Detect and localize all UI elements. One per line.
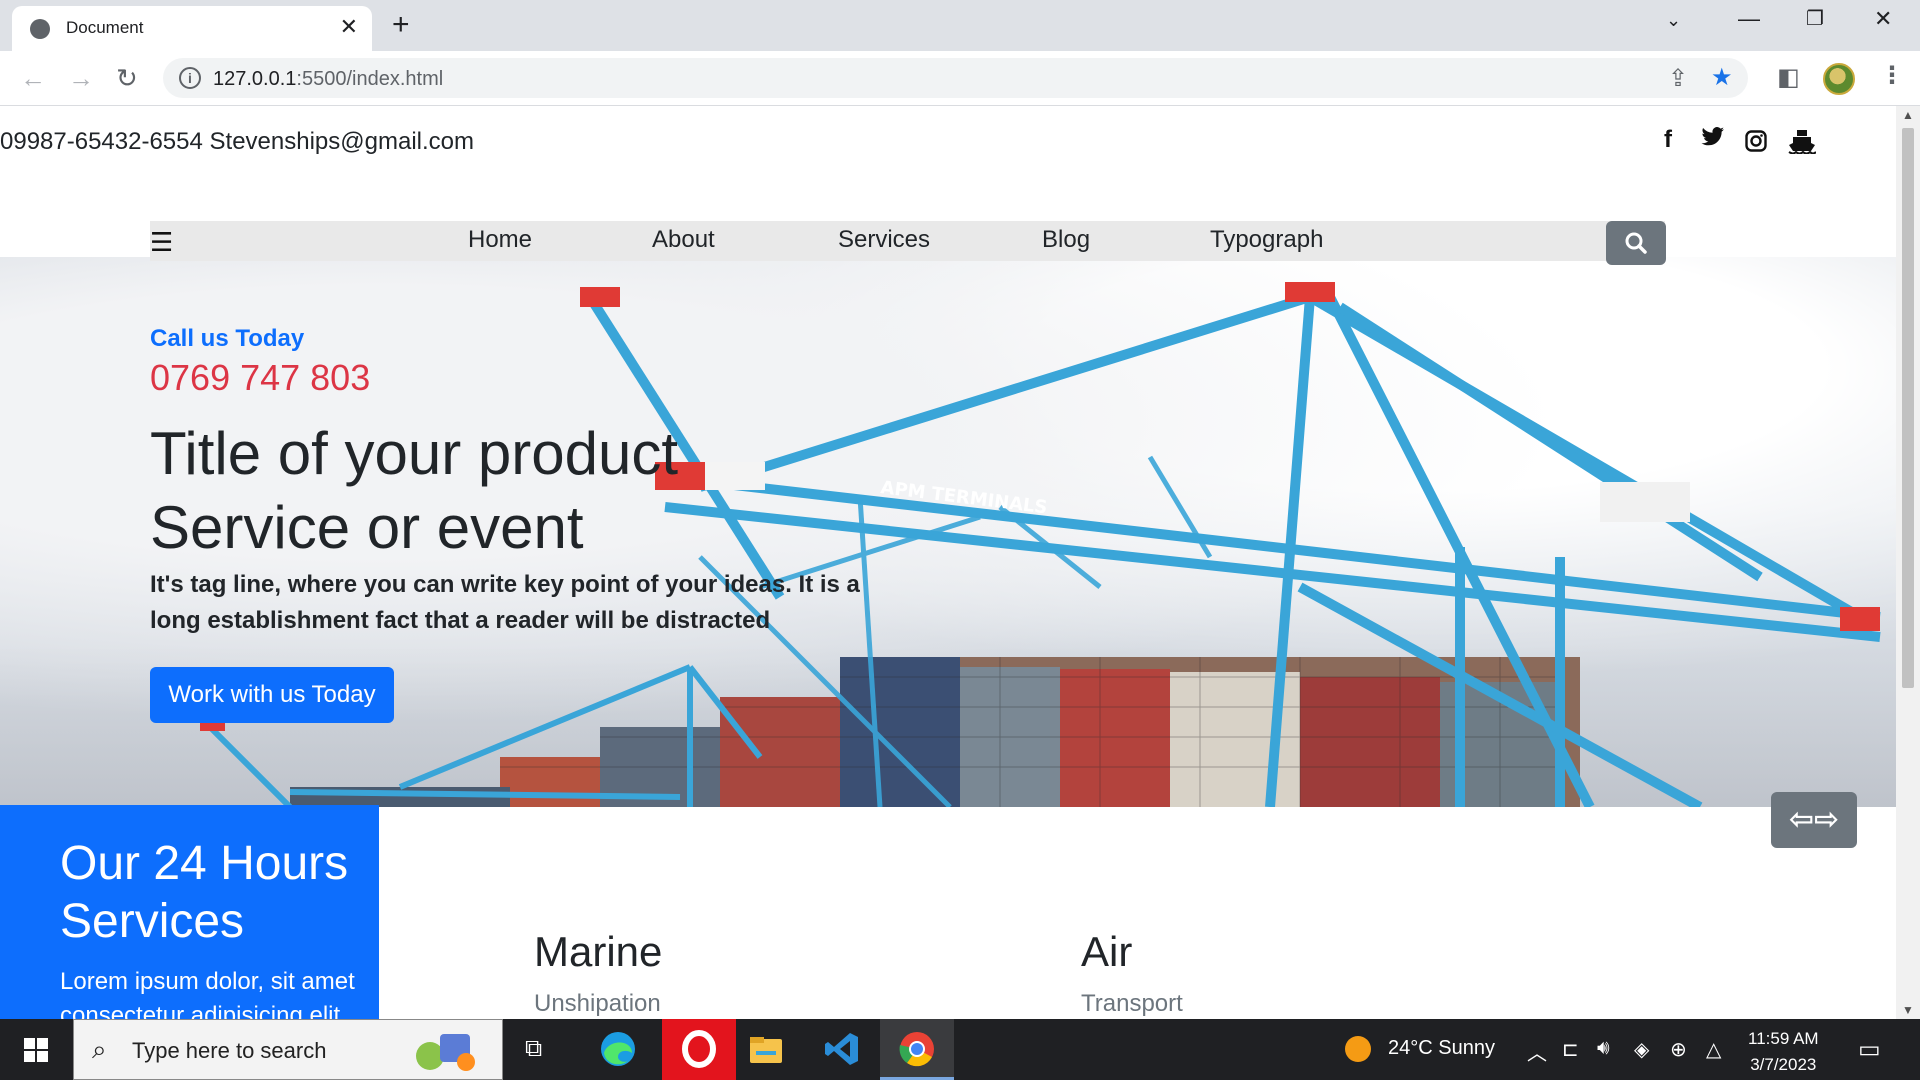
site-info-icon[interactable]: i xyxy=(179,67,201,89)
crane-boom-stripe xyxy=(705,462,765,490)
crane-top xyxy=(1285,282,1335,302)
ship-icon[interactable] xyxy=(1788,128,1817,161)
service-subtitle-marine: Unshipation xyxy=(534,990,661,1017)
cloud-drive-icon[interactable]: △ xyxy=(1706,1037,1721,1062)
hamburger-menu-icon[interactable]: ☰ xyxy=(150,227,173,258)
file-explorer-icon[interactable] xyxy=(729,1019,803,1080)
crane-tip xyxy=(580,287,620,307)
crane-cabin xyxy=(1600,482,1690,522)
scrollbar-thumb[interactable] xyxy=(1902,128,1914,688)
volume-icon[interactable]: 🔊︎ xyxy=(1597,1037,1610,1060)
services-intro-box: Our 24 Hours Services Lorem ipsum dolor,… xyxy=(0,805,379,1019)
url-text: 127.0.0.1:5500/index.html xyxy=(213,68,443,91)
web-page: 09987-65432-6554 Stevenships@gmail.com f xyxy=(0,106,1896,1019)
chrome-app-icon[interactable] xyxy=(880,1019,954,1080)
services-title: Our 24 Hours Services xyxy=(60,837,349,948)
clock-time: 11:59 AM xyxy=(1748,1029,1819,1048)
instagram-icon[interactable] xyxy=(1745,130,1767,159)
forward-icon[interactable]: → xyxy=(68,63,94,94)
url-path: :5500/index.html xyxy=(296,68,444,90)
side-panel-icon[interactable]: ◧ xyxy=(1777,63,1800,92)
services-description: Lorem ipsum dolor, sit amet consectetur … xyxy=(60,968,355,1019)
weather-text[interactable]: 24°C Sunny xyxy=(1388,1037,1495,1060)
tab-search-icon[interactable]: ⌄ xyxy=(1666,10,1681,31)
bookmark-star-icon[interactable]: ★ xyxy=(1711,63,1733,92)
work-with-us-button[interactable]: Work with us Today xyxy=(150,667,394,723)
twitter-icon[interactable] xyxy=(1701,126,1725,155)
service-title-marine: Marine xyxy=(534,928,663,975)
search-button[interactable] xyxy=(1606,221,1666,265)
tab-title: Document xyxy=(66,18,144,37)
call-us-label: Call us Today xyxy=(150,325,305,352)
system-clock[interactable]: 11:59 AM 3/7/2023 xyxy=(1748,1026,1819,1078)
edge-app-icon[interactable] xyxy=(581,1019,655,1080)
nav-about[interactable]: About xyxy=(652,226,715,254)
address-bar[interactable]: i 127.0.0.1:5500/index.html ⇪ ★ xyxy=(163,58,1748,98)
page-scrollbar[interactable]: ▲ ▼ xyxy=(1896,106,1920,1019)
close-window-icon[interactable]: ✕ xyxy=(1874,6,1892,32)
site-navbar: ☰ Home About Services Blog Typograph xyxy=(150,221,1666,265)
reload-icon[interactable]: ↻ xyxy=(116,63,138,94)
scroll-down-icon[interactable]: ▼ xyxy=(1902,1003,1914,1017)
search-icon: ⌕ xyxy=(92,1034,107,1064)
browser-tab-strip: Document ✕ + ⌄ — ❐ ✕ xyxy=(0,0,1920,51)
close-tab-icon[interactable]: ✕ xyxy=(340,14,358,40)
share-icon[interactable]: ⇪ xyxy=(1668,64,1688,93)
browser-tab[interactable]: Document ✕ xyxy=(12,6,372,51)
hero-tagline: It's tag line, where you can write key p… xyxy=(150,571,860,634)
hero-banner: APM TERMINALS Call us Today 0769 747 803… xyxy=(0,257,1896,807)
taskbar-search-placeholder: Type here to search xyxy=(132,1038,327,1063)
hero-title-line1: Title of your product xyxy=(150,420,679,487)
toggle-arrows-button[interactable]: ⇦⇨ xyxy=(1771,792,1857,848)
restore-icon[interactable]: ❐ xyxy=(1806,6,1824,31)
service-title-air: Air xyxy=(1081,928,1133,975)
search-icon xyxy=(1625,232,1647,254)
scroll-up-icon[interactable]: ▲ xyxy=(1902,108,1914,122)
hero-title: Title of your product Service or event xyxy=(150,417,678,565)
container-stack xyxy=(290,657,1580,807)
search-highlight-icon xyxy=(416,1034,475,1071)
back-icon[interactable]: ← xyxy=(20,63,46,94)
nav-services[interactable]: Services xyxy=(838,226,930,254)
opera-app-icon[interactable] xyxy=(662,1019,736,1080)
vscode-app-icon[interactable] xyxy=(805,1019,879,1080)
browser-toolbar: ← → ↻ i 127.0.0.1:5500/index.html ⇪ ★ ◧ … xyxy=(0,51,1920,106)
contact-info: 09987-65432-6554 Stevenships@gmail.com xyxy=(0,128,474,155)
weather-sun-icon[interactable] xyxy=(1344,1035,1372,1069)
hero-title-line2: Service or event xyxy=(150,494,584,561)
notification-icon[interactable]: ▭ xyxy=(1858,1035,1881,1064)
hero-phone: 0769 747 803 xyxy=(150,357,371,398)
crane-right-end xyxy=(1840,607,1880,631)
service-subtitle-air: Transport xyxy=(1081,990,1183,1017)
clock-date: 3/7/2023 xyxy=(1750,1055,1817,1074)
security-shield-icon[interactable]: ◈ xyxy=(1634,1037,1649,1062)
more-menu-icon[interactable]: ⋮ xyxy=(1880,61,1904,90)
tray-chevron-icon[interactable]: ︿ xyxy=(1527,1037,1547,1066)
profile-avatar[interactable] xyxy=(1823,63,1855,95)
new-tab-icon[interactable]: + xyxy=(392,8,410,42)
minimize-icon[interactable]: — xyxy=(1738,6,1760,32)
taskbar-search-box[interactable]: ⌕ Type here to search xyxy=(73,1019,503,1080)
nav-home[interactable]: Home xyxy=(468,226,532,254)
nav-typograph[interactable]: Typograph xyxy=(1210,226,1323,254)
left-right-arrows-icon: ⇦⇨ xyxy=(1788,803,1840,836)
url-host: 127.0.0.1 xyxy=(213,68,297,90)
nav-blog[interactable]: Blog xyxy=(1042,226,1090,254)
windows-taskbar: ⌕ Type here to search ⧉ 24°C Sunny ︿ ⊏ 🔊… xyxy=(0,1019,1920,1080)
globe-network-icon[interactable]: ⊕ xyxy=(1670,1037,1687,1062)
windows-start-icon[interactable] xyxy=(24,1038,48,1062)
network-adapter-icon[interactable]: ⊏ xyxy=(1562,1037,1579,1062)
facebook-icon[interactable]: f xyxy=(1664,126,1672,154)
task-view-icon[interactable]: ⧉ xyxy=(525,1035,542,1063)
globe-icon xyxy=(30,19,50,39)
